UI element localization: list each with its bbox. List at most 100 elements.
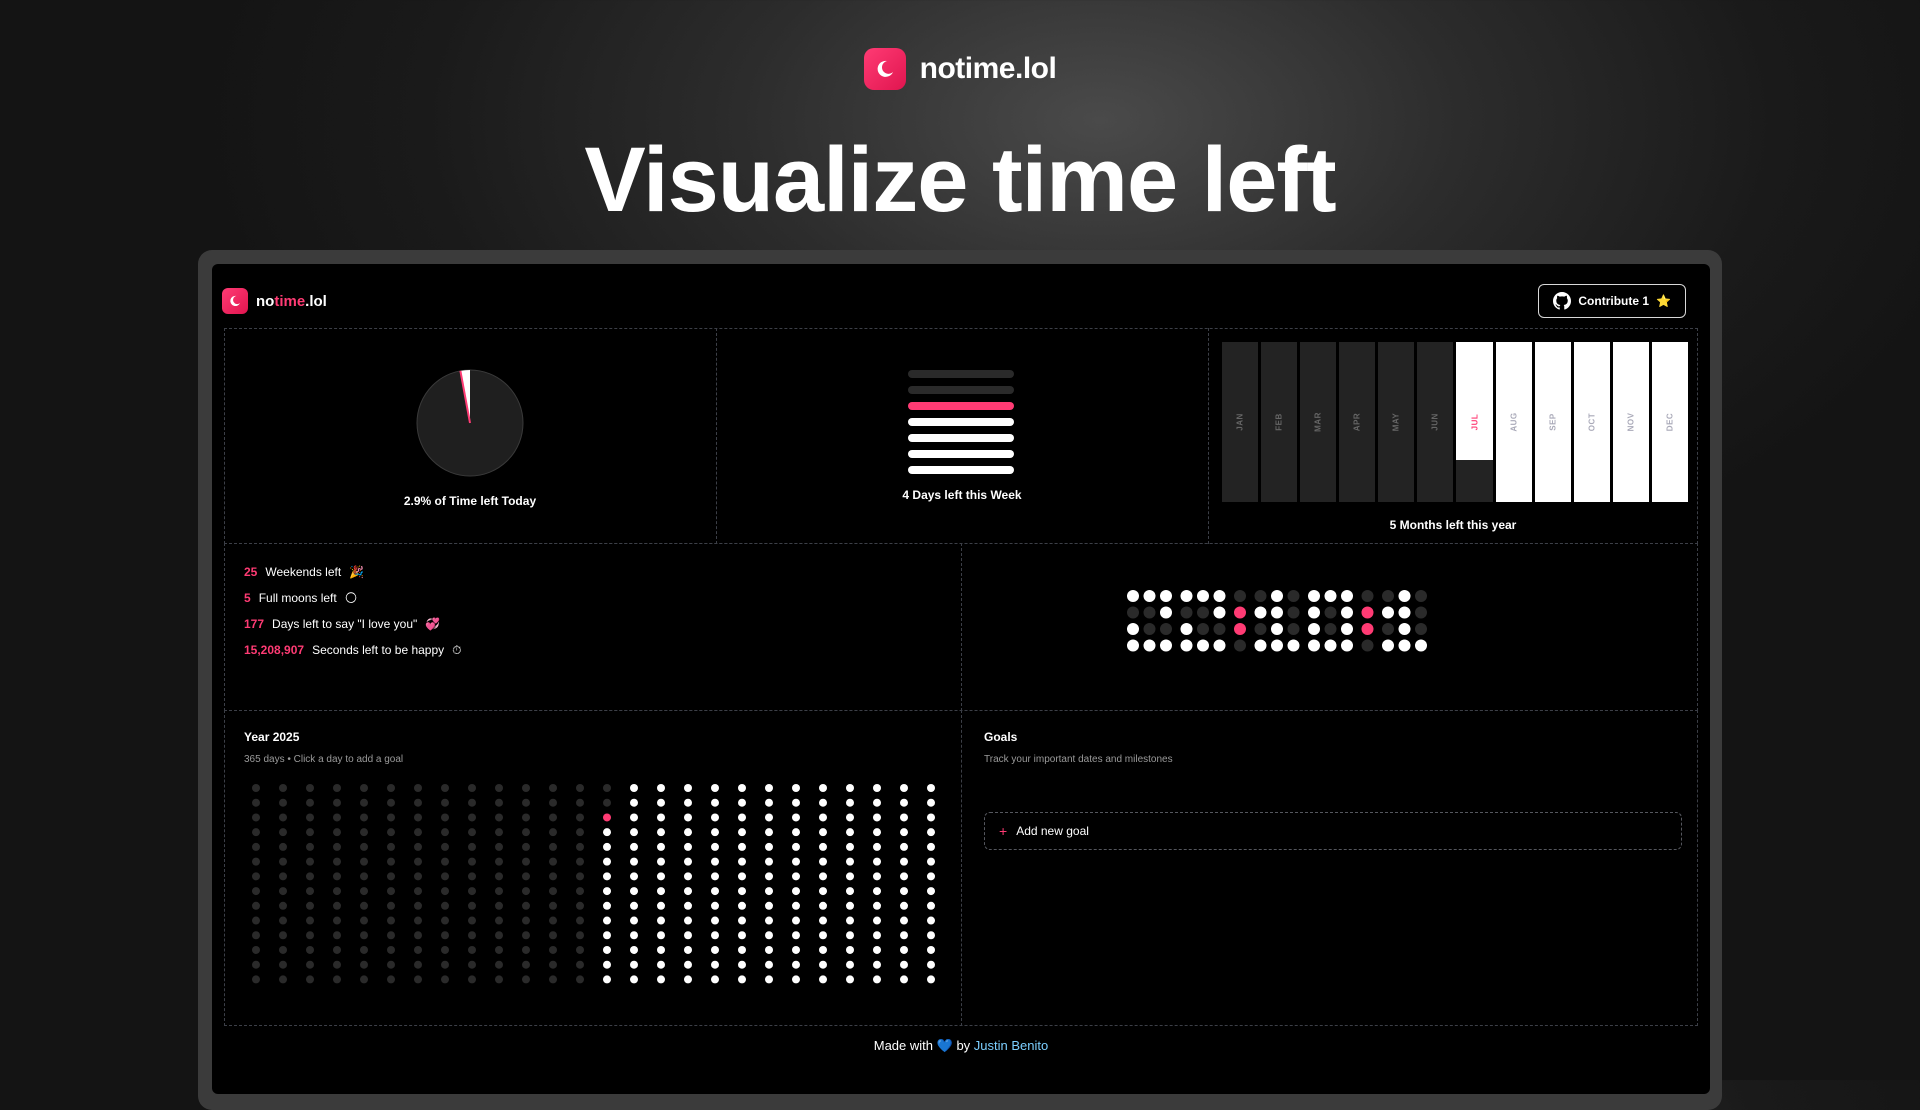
year-day-dot[interactable]: [927, 872, 935, 881]
year-day-dot[interactable]: [819, 842, 827, 851]
year-day-dot[interactable]: [630, 872, 638, 881]
year-day-dot[interactable]: [819, 916, 827, 925]
year-day-dot[interactable]: [306, 901, 314, 910]
year-day-dot[interactable]: [522, 901, 530, 910]
year-day-dot[interactable]: [387, 828, 395, 837]
year-day-dot[interactable]: [360, 887, 368, 896]
year-day-dot[interactable]: [603, 887, 611, 896]
year-day-dot[interactable]: [684, 945, 692, 954]
year-day-dot[interactable]: [738, 975, 746, 984]
year-day-dot[interactable]: [738, 842, 746, 851]
year-day-dot[interactable]: [252, 945, 260, 954]
year-day-dot[interactable]: [657, 784, 665, 792]
year-day-dot[interactable]: [549, 945, 557, 954]
year-day-dot[interactable]: [765, 931, 773, 940]
year-day-dot[interactable]: [414, 960, 422, 969]
year-day-dot[interactable]: [711, 857, 719, 866]
year-day-dot[interactable]: [333, 901, 341, 910]
year-day-dot[interactable]: [576, 872, 584, 881]
year-day-dot[interactable]: [630, 857, 638, 866]
year-day-dot[interactable]: [252, 798, 260, 807]
year-day-dot[interactable]: [441, 916, 449, 925]
year-day-dot[interactable]: [819, 828, 827, 837]
year-day-dot[interactable]: [441, 945, 449, 954]
year-day-dot[interactable]: [252, 901, 260, 910]
year-day-dot[interactable]: [927, 857, 935, 866]
year-day-dot[interactable]: [927, 960, 935, 969]
year-day-dot[interactable]: [792, 857, 800, 866]
year-day-dot[interactable]: [711, 960, 719, 969]
year-day-dot[interactable]: [549, 813, 557, 822]
year-day-dot[interactable]: [819, 901, 827, 910]
year-day-dot[interactable]: [549, 798, 557, 807]
year-day-dot[interactable]: [468, 842, 476, 851]
year-day-dot[interactable]: [630, 842, 638, 851]
year-day-dot[interactable]: [306, 975, 314, 984]
year-day-dot[interactable]: [657, 901, 665, 910]
year-day-dot[interactable]: [522, 945, 530, 954]
year-day-dot[interactable]: [873, 887, 881, 896]
year-day-dot[interactable]: [387, 813, 395, 822]
year-day-dot[interactable]: [738, 931, 746, 940]
year-day-dot[interactable]: [873, 813, 881, 822]
year-day-dot[interactable]: [495, 916, 503, 925]
year-day-dot[interactable]: [873, 857, 881, 866]
year-day-dot[interactable]: [522, 842, 530, 851]
year-day-dot[interactable]: [441, 842, 449, 851]
year-day-dot[interactable]: [603, 901, 611, 910]
year-day-dot[interactable]: [900, 784, 908, 792]
year-day-dot[interactable]: [414, 945, 422, 954]
year-day-dot[interactable]: [927, 901, 935, 910]
year-day-dot[interactable]: [765, 945, 773, 954]
year-day-dot[interactable]: [360, 960, 368, 969]
year-day-dot[interactable]: [333, 857, 341, 866]
year-day-dot[interactable]: [657, 813, 665, 822]
year-day-dot[interactable]: [657, 916, 665, 925]
year-day-dot[interactable]: [576, 798, 584, 807]
year-day-dot[interactable]: [414, 931, 422, 940]
year-day-dot[interactable]: [900, 798, 908, 807]
year-day-dot[interactable]: [576, 842, 584, 851]
year-day-dot[interactable]: [873, 945, 881, 954]
year-day-dot[interactable]: [846, 945, 854, 954]
year-day-dot[interactable]: [711, 784, 719, 792]
year-day-dot[interactable]: [441, 798, 449, 807]
year-day-dot[interactable]: [252, 857, 260, 866]
year-day-dot[interactable]: [738, 901, 746, 910]
year-day-dot[interactable]: [765, 842, 773, 851]
year-day-dot[interactable]: [603, 857, 611, 866]
year-day-dot[interactable]: [711, 945, 719, 954]
year-day-dot[interactable]: [468, 784, 476, 792]
year-day-dot[interactable]: [603, 798, 611, 807]
year-day-dot[interactable]: [603, 931, 611, 940]
year-day-dot[interactable]: [765, 784, 773, 792]
year-day-dot[interactable]: [279, 813, 287, 822]
year-day-dot[interactable]: [603, 975, 611, 984]
year-day-dot[interactable]: [684, 784, 692, 792]
year-day-dot[interactable]: [738, 798, 746, 807]
year-day-dot[interactable]: [630, 931, 638, 940]
year-day-dot[interactable]: [657, 872, 665, 881]
year-day-dot[interactable]: [792, 916, 800, 925]
year-day-dot[interactable]: [738, 960, 746, 969]
app-logo[interactable]: no time .lol: [222, 288, 327, 314]
year-day-dot[interactable]: [900, 887, 908, 896]
year-day-dot[interactable]: [387, 857, 395, 866]
year-day-dot[interactable]: [279, 872, 287, 881]
year-day-dot[interactable]: [603, 784, 611, 792]
year-day-dot[interactable]: [468, 872, 476, 881]
year-day-dot[interactable]: [522, 916, 530, 925]
year-day-dot[interactable]: [414, 798, 422, 807]
year-day-dot[interactable]: [846, 872, 854, 881]
year-day-dot[interactable]: [306, 960, 314, 969]
year-day-dot[interactable]: [603, 842, 611, 851]
year-day-dot[interactable]: [846, 901, 854, 910]
year-day-dot[interactable]: [603, 945, 611, 954]
year-day-dot[interactable]: [522, 798, 530, 807]
year-day-dot[interactable]: [738, 857, 746, 866]
year-day-dot[interactable]: [333, 842, 341, 851]
year-day-dot[interactable]: [468, 813, 476, 822]
year-day-dot[interactable]: [846, 887, 854, 896]
year-day-dot[interactable]: [927, 842, 935, 851]
year-day-dot[interactable]: [522, 872, 530, 881]
